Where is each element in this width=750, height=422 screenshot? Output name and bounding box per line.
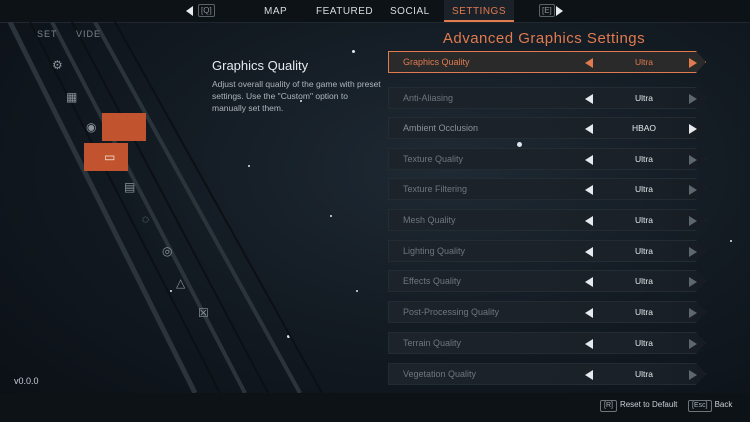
reset-to-default-button[interactable]: [R] Reset to Default — [600, 400, 677, 412]
back-key-hint: [Esc] — [688, 400, 712, 412]
chevron-right-icon[interactable] — [689, 339, 697, 349]
setting-row-anti-aliasing[interactable]: Anti-Aliasing Ultra — [388, 87, 706, 109]
warning-icon[interactable]: △ — [176, 276, 185, 290]
setting-value: Ultra — [635, 57, 653, 67]
keyboard-icon[interactable]: ▦ — [66, 90, 77, 104]
reset-label: Reset to Default — [619, 400, 678, 409]
setting-value: Ultra — [635, 184, 653, 194]
chevron-left-icon[interactable] — [585, 124, 593, 134]
tab-settings[interactable]: SETTINGS — [444, 0, 515, 22]
prev-tab-key-hint: [Q] — [198, 4, 215, 17]
setting-label: Post-Processing Quality — [403, 307, 500, 317]
top-nav-bar — [0, 0, 750, 23]
setting-label: Texture Filtering — [403, 184, 468, 194]
left-menu-label-video: VIDE — [76, 29, 102, 39]
setting-row-ambient-occlusion[interactable]: Ambient Occlusion HBAO — [388, 117, 706, 139]
chevron-left-icon[interactable] — [585, 216, 593, 226]
star-particle — [356, 290, 358, 292]
x-icon[interactable]: ☒ — [198, 306, 209, 320]
star-particle — [730, 240, 732, 242]
setting-row-texture-filtering[interactable]: Texture Filtering Ultra — [388, 178, 706, 200]
setting-label: Vegetation Quality — [403, 369, 477, 379]
chevron-right-icon[interactable] — [556, 6, 563, 16]
chevron-left-icon[interactable] — [585, 185, 593, 195]
star-particle — [517, 142, 522, 147]
accessibility-icon[interactable]: ◎ — [162, 244, 172, 258]
setting-label: Texture Quality — [403, 154, 464, 164]
setting-row-vegetation-quality[interactable]: Vegetation Quality Ultra — [388, 363, 706, 385]
back-label: Back — [714, 400, 733, 409]
chevron-right-icon[interactable] — [689, 247, 697, 257]
controller-icon[interactable]: ◉ — [86, 120, 96, 134]
setting-row-effects-quality[interactable]: Effects Quality Ultra — [388, 270, 706, 292]
setting-label: Anti-Aliasing — [403, 93, 454, 103]
tab-featured[interactable]: FEATURED — [316, 0, 373, 22]
left-menu-label-settings: SET — [37, 29, 58, 39]
setting-label: Terrain Quality — [403, 338, 462, 348]
setting-value: Ultra — [635, 154, 653, 164]
monitor-icon[interactable]: ▭ — [104, 150, 115, 164]
chat-icon[interactable]: ◌ — [142, 212, 149, 226]
back-button[interactable]: [Esc] Back — [688, 400, 732, 412]
chevron-left-icon[interactable] — [585, 370, 593, 380]
setting-value: Ultra — [635, 307, 653, 317]
setting-value: Ultra — [635, 276, 653, 286]
chevron-right-icon[interactable] — [689, 124, 697, 134]
chevron-left-icon[interactable] — [186, 6, 193, 16]
gear-icon[interactable]: ⚙ — [52, 58, 63, 72]
tab-social[interactable]: SOCIAL — [390, 0, 430, 22]
setting-label: Mesh Quality — [403, 215, 456, 225]
reset-key-hint: [R] — [600, 400, 617, 412]
setting-value: HBAO — [631, 123, 657, 133]
left-menu-highlight — [102, 113, 146, 141]
chevron-right-icon[interactable] — [689, 308, 697, 318]
setting-value: Ultra — [635, 338, 653, 348]
star-particle — [352, 50, 355, 53]
setting-label: Effects Quality — [403, 276, 461, 286]
setting-row-texture-quality[interactable]: Texture Quality Ultra — [388, 148, 706, 170]
chevron-left-icon[interactable] — [585, 94, 593, 104]
setting-value: Ultra — [635, 93, 653, 103]
setting-row-post-processing-quality[interactable]: Post-Processing Quality Ultra — [388, 301, 706, 323]
setting-label: Ambient Occlusion — [403, 123, 479, 133]
chevron-left-icon[interactable] — [585, 339, 593, 349]
chevron-right-icon[interactable] — [689, 216, 697, 226]
chevron-left-icon[interactable] — [585, 308, 593, 318]
setting-row-terrain-quality[interactable]: Terrain Quality Ultra — [388, 332, 706, 354]
chevron-left-icon[interactable] — [585, 247, 593, 257]
setting-label: Lighting Quality — [403, 246, 466, 256]
setting-description-body: Adjust overall quality of the game with … — [212, 79, 381, 113]
chevron-left-icon[interactable] — [585, 58, 593, 68]
setting-row-graphics-quality[interactable]: Graphics Quality Ultra — [388, 51, 706, 73]
tab-map[interactable]: MAP — [264, 0, 287, 22]
setting-row-lighting-quality[interactable]: Lighting Quality Ultra — [388, 240, 706, 262]
panel-title: Advanced Graphics Settings — [442, 30, 646, 47]
chevron-left-icon[interactable] — [585, 155, 593, 165]
chevron-right-icon[interactable] — [689, 155, 697, 165]
chevron-right-icon[interactable] — [689, 277, 697, 287]
setting-label: Graphics Quality — [403, 57, 470, 67]
audio-icon[interactable]: ▤ — [124, 180, 135, 194]
version-label: v0.0.0 — [14, 376, 39, 386]
chevron-right-icon[interactable] — [689, 185, 697, 195]
setting-value: Ultra — [635, 215, 653, 225]
chevron-right-icon[interactable] — [689, 58, 697, 68]
setting-description-title: Graphics Quality — [212, 58, 309, 73]
setting-row-mesh-quality[interactable]: Mesh Quality Ultra — [388, 209, 706, 231]
setting-value: Ultra — [635, 246, 653, 256]
chevron-left-icon[interactable] — [585, 277, 593, 287]
setting-value: Ultra — [635, 369, 653, 379]
chevron-right-icon[interactable] — [689, 94, 697, 104]
next-tab-key-hint: [E] — [539, 4, 555, 17]
chevron-right-icon[interactable] — [689, 370, 697, 380]
